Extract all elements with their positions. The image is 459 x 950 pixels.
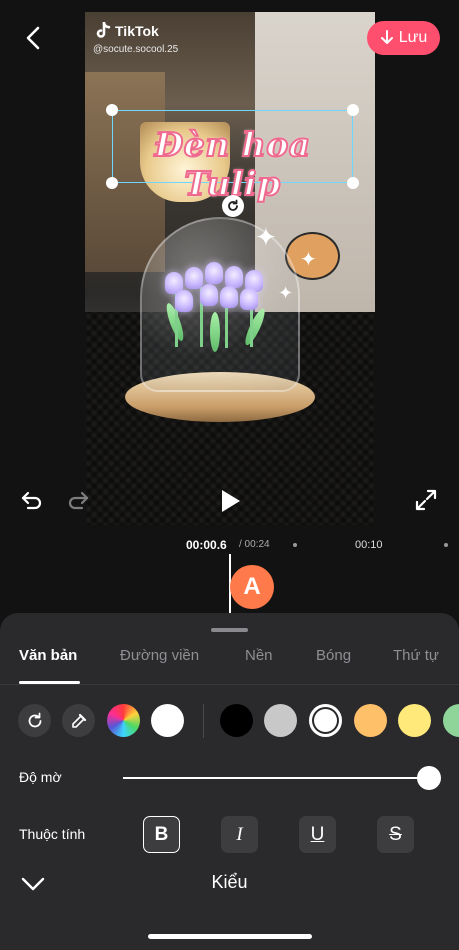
eyedropper-icon <box>71 713 86 728</box>
tab-shadow[interactable]: Bóng <box>316 647 351 664</box>
timeline-tick <box>444 543 448 547</box>
save-label: Lưu <box>398 29 428 46</box>
undo-icon <box>21 491 42 510</box>
opacity-slider-track[interactable] <box>123 777 429 779</box>
video-preview-area: ✦ ✦ ✦ TikTok @socute.socool.25 Đèn hoa T… <box>0 0 459 527</box>
resize-handle-top-right[interactable] <box>347 104 359 116</box>
back-button[interactable] <box>22 25 46 51</box>
tiktok-watermark: TikTok <box>95 22 159 40</box>
swatch-black[interactable] <box>220 704 253 737</box>
overlay-text[interactable]: Đèn hoa Tulip <box>113 124 352 204</box>
opacity-label: Độ mờ <box>19 769 62 785</box>
play-icon <box>222 490 240 512</box>
sheet-title: Kiểu <box>211 872 248 892</box>
play-button[interactable] <box>218 488 242 514</box>
sparkle-icon: ✦ <box>278 283 294 303</box>
opacity-slider-thumb[interactable] <box>417 766 441 790</box>
tiktok-handle-text: @socute.socool.25 <box>93 44 179 55</box>
swatch-gray[interactable] <box>264 704 297 737</box>
swatch-green[interactable] <box>443 704 459 737</box>
text-clip-thumbnail[interactable]: A <box>230 565 274 609</box>
tiktok-brand-text: TikTok <box>115 23 159 39</box>
text-style-sheet: Văn bản Đường viền Nền Bóng Thứ tự Độ mờ… <box>0 613 459 950</box>
video-frame[interactable]: ✦ ✦ ✦ <box>85 12 375 525</box>
swatch-orange[interactable] <box>354 704 387 737</box>
strikethrough-button[interactable]: S <box>377 816 414 853</box>
style-tabs: Văn bản Đường viền Nền Bóng Thứ tự <box>0 647 459 685</box>
current-color-swatch[interactable] <box>151 704 184 737</box>
tab-divider <box>0 684 459 685</box>
swatch-separator <box>203 704 204 738</box>
swatch-yellow[interactable] <box>398 704 431 737</box>
attributes-label: Thuộc tính <box>19 826 86 842</box>
video-tulips <box>155 262 275 362</box>
total-time: / 00:24 <box>239 539 270 550</box>
timeline[interactable]: 00:00.6 / 00:24 00:10 A <box>0 527 459 620</box>
tab-outline[interactable]: Đường viền <box>120 647 199 664</box>
expand-icon <box>415 489 437 511</box>
tab-order[interactable]: Thứ tự <box>393 647 439 664</box>
resize-handle-bottom-right[interactable] <box>347 177 359 189</box>
resize-handle-top-left[interactable] <box>106 104 118 116</box>
italic-button[interactable]: I <box>221 816 258 853</box>
swatch-white-selected[interactable] <box>309 704 342 737</box>
tab-text[interactable]: Văn bản <box>19 647 77 664</box>
save-button[interactable]: Lưu <box>367 21 440 55</box>
fullscreen-button[interactable] <box>414 488 438 512</box>
sparkle-icon: ✦ <box>255 222 277 252</box>
undo-button[interactable] <box>20 488 44 512</box>
color-wheel-picker[interactable] <box>107 704 140 737</box>
resize-handle-bottom-left[interactable] <box>106 177 118 189</box>
rotate-handle-icon[interactable] <box>222 195 244 217</box>
redo-button[interactable] <box>66 488 90 512</box>
underline-button[interactable]: U <box>299 816 336 853</box>
home-indicator <box>148 934 312 939</box>
reset-color-button[interactable] <box>18 704 51 737</box>
download-arrow-icon <box>380 30 393 44</box>
timeline-marker-label: 00:10 <box>355 539 383 551</box>
redo-icon <box>68 491 89 510</box>
tab-background[interactable]: Nền <box>245 647 273 664</box>
eyedropper-button[interactable] <box>62 704 95 737</box>
refresh-icon <box>28 712 41 727</box>
sheet-grabber[interactable] <box>211 628 248 632</box>
tiktok-logo-icon <box>96 22 111 38</box>
sparkle-icon: ✦ <box>300 249 317 271</box>
bold-button[interactable]: B <box>143 816 180 853</box>
timeline-tick <box>293 543 297 547</box>
current-time: 00:00.6 <box>186 538 227 552</box>
text-overlay-box[interactable]: Đèn hoa Tulip <box>106 104 359 204</box>
chevron-left-icon <box>26 26 40 50</box>
